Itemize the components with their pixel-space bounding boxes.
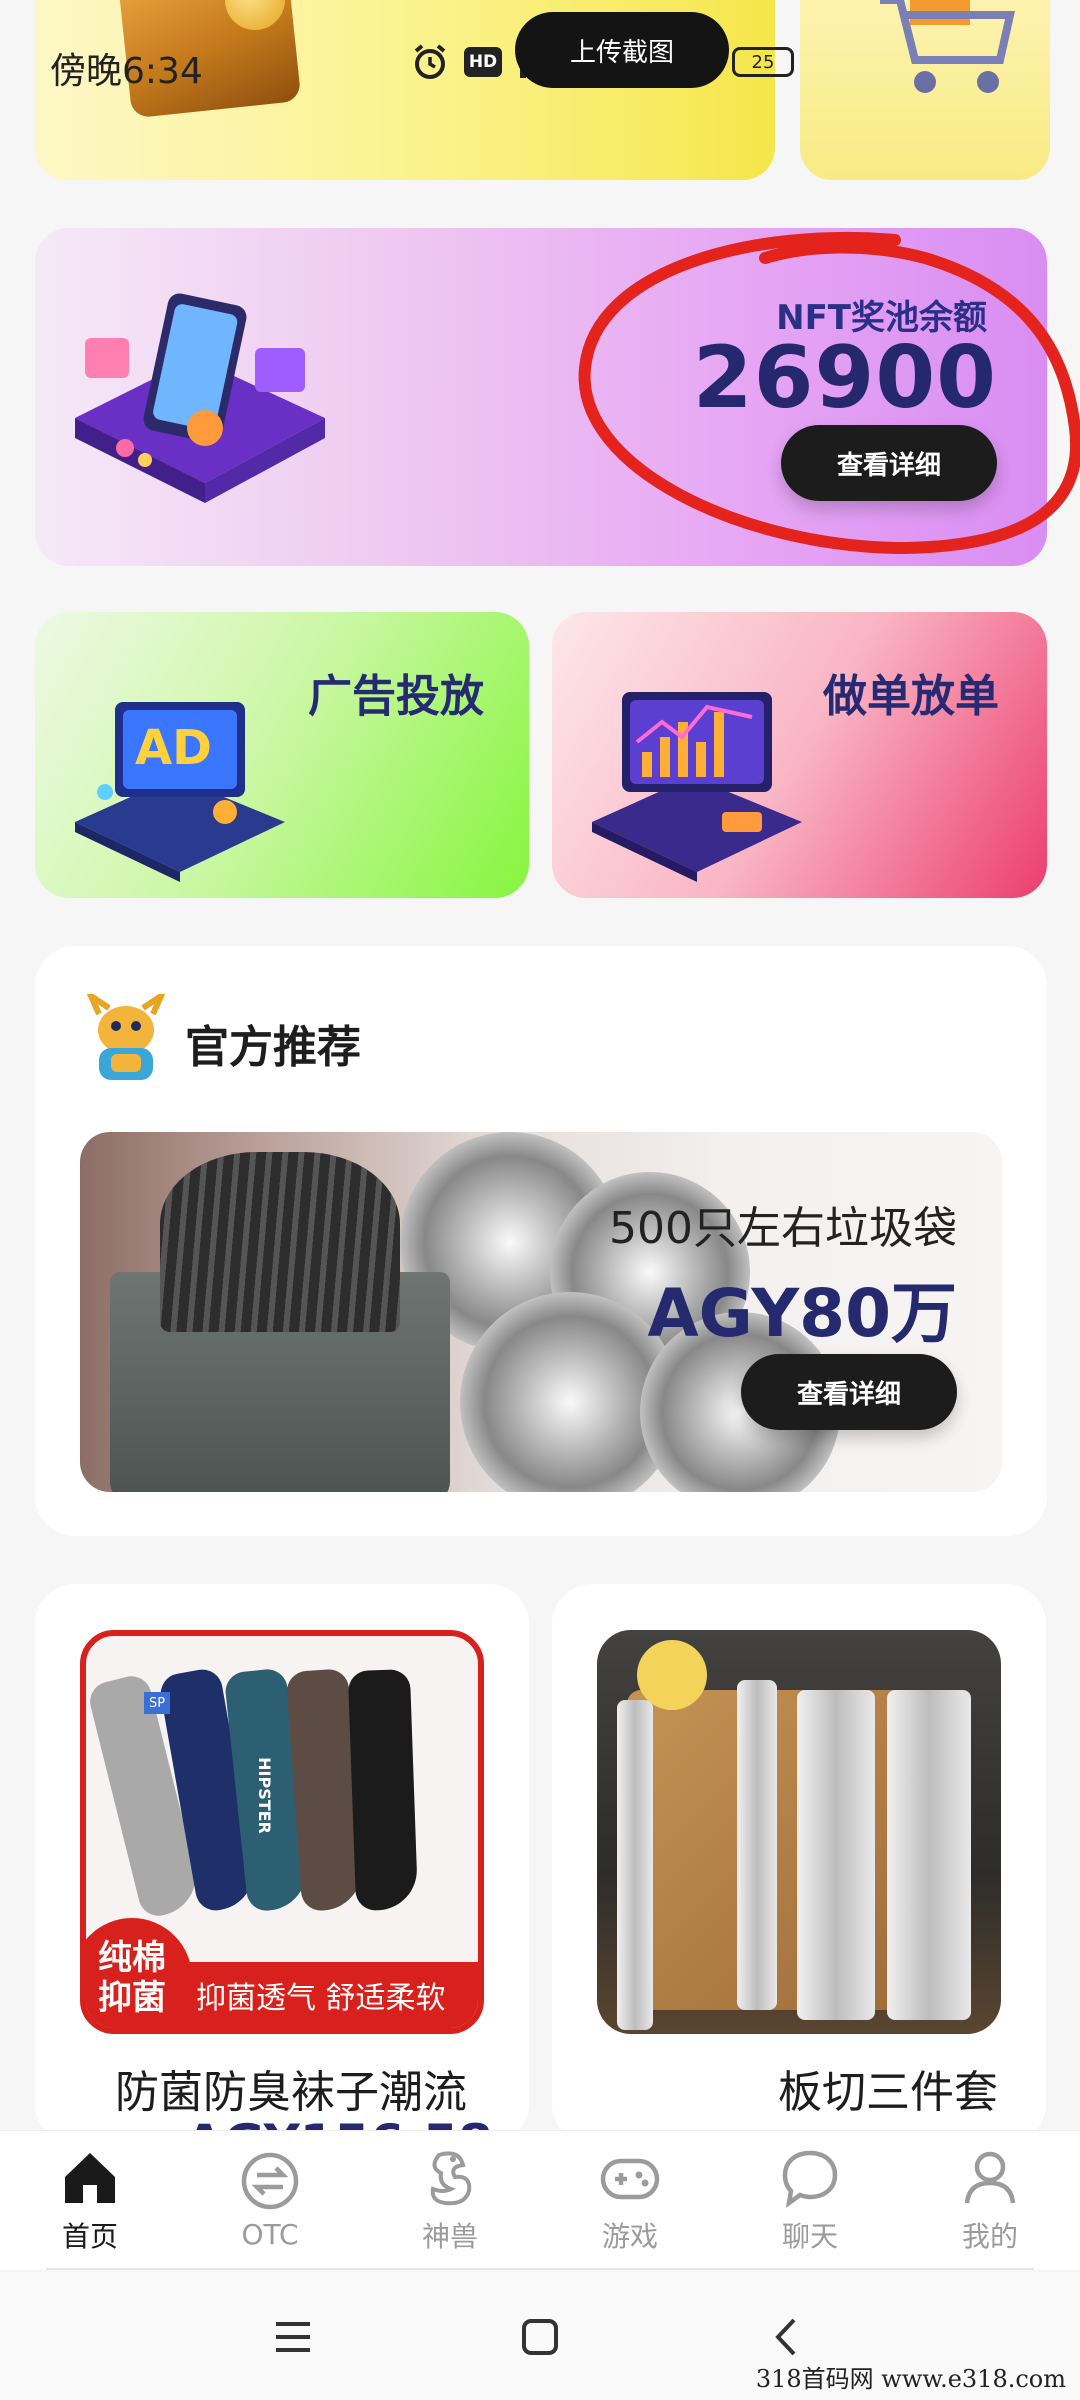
garbage-bag-promo-banner[interactable]: 500只左右垃圾袋 AGY80万 查看详细 (80, 1132, 1002, 1492)
hd-badge: HD (464, 47, 502, 77)
task-order-title: 做单放单 (823, 671, 999, 722)
ad-placement-title: 广告投放 (308, 671, 484, 722)
ladle-image (617, 1700, 653, 2030)
nav-item-games[interactable]: 游戏 (540, 2131, 720, 2270)
product-name: 防菌防臭袜子潮流 (115, 2067, 467, 2118)
trading-desk-illustration (592, 692, 802, 882)
alarm-icon (414, 44, 446, 79)
promo-product-name: 500只左右垃圾袋 (609, 1203, 957, 1254)
sock-brand-text: HIPSTER (254, 1757, 274, 1834)
nav-label: 我的 (961, 2219, 1018, 2253)
shopping-cart-image (880, 0, 1015, 93)
nft-pool-banner[interactable]: NFT奖池余额 26900 查看详细 (35, 228, 1047, 566)
socks-tagline: 抑菌透气 舒适柔软 (196, 1981, 446, 2016)
nav-label: 神兽 (421, 2219, 478, 2253)
garbage-bag-image (160, 1152, 400, 1332)
nft-pool-amount: 26900 (692, 328, 997, 428)
system-navigation-bar: 318首码网 www.e318.com (0, 2272, 1080, 2400)
nav-label: 游戏 (601, 2219, 658, 2253)
upload-screenshot-button[interactable]: 上传截图 (515, 12, 729, 88)
dragon-icon (430, 2150, 472, 2205)
cotton-antibacterial-badge: 纯棉 抑菌 (86, 1918, 192, 2028)
ad-placement-card[interactable]: AD 广告投放 (35, 612, 529, 898)
sock-image (347, 1668, 419, 1912)
dragon-mascot-icon (86, 994, 166, 1080)
nav-item-otc[interactable]: OTC (180, 2131, 360, 2270)
promo-product-price: AGY80万 (647, 1275, 957, 1352)
chat-bubble-icon (782, 2150, 838, 2208)
nft-phone-illustration (75, 293, 325, 503)
cleaver-image (797, 1690, 875, 2020)
bottom-navigation: 首页 OTC 神兽 游戏 聊天 我的 (0, 2130, 1080, 2270)
knife-set-product-image (597, 1630, 1001, 2034)
nav-item-chat[interactable]: 聊天 (720, 2131, 900, 2270)
nav-item-beast[interactable]: 神兽 (360, 2131, 540, 2270)
watermark-text: 318首码网 www.e318.com (755, 2365, 1066, 2393)
nft-view-details-button[interactable]: 查看详细 (781, 425, 997, 501)
sock-tag: SP (144, 1692, 170, 1714)
battery-icon: 25 (732, 47, 794, 77)
nav-label: 首页 (61, 2219, 118, 2253)
nav-label: 聊天 (781, 2219, 838, 2253)
nav-item-profile[interactable]: 我的 (900, 2131, 1080, 2270)
svg-text:AD: AD (135, 720, 212, 776)
profile-icon (964, 2151, 1016, 2203)
nav-label: OTC (241, 2218, 299, 2251)
gamepad-icon (600, 2158, 660, 2199)
cleaver-image (887, 1690, 971, 2020)
product-card-knife-set[interactable]: 板切三件套 AGY150.5万 (552, 1584, 1046, 2144)
menu-icon[interactable] (268, 2312, 318, 2362)
status-time: 傍晚6:34 (50, 51, 203, 92)
socks-product-image: HIPSTER SP 抑菌透气 舒适柔软 纯棉 抑菌 (80, 1630, 484, 2034)
promo-view-details-button[interactable]: 查看详细 (741, 1354, 957, 1430)
official-recommendation-panel: 官方推荐 500只左右垃圾袋 AGY80万 查看详细 (35, 946, 1047, 1536)
product-name: 板切三件套 (778, 2067, 998, 2118)
product-card-socks[interactable]: HIPSTER SP 抑菌透气 舒适柔软 纯棉 抑菌 防菌防臭袜子潮流 AGY1… (35, 1584, 529, 2144)
back-icon[interactable] (762, 2312, 812, 2362)
promo-tile-cart[interactable] (800, 0, 1050, 180)
ad-screen-illustration: AD (75, 702, 285, 882)
task-order-card[interactable]: 做单放单 (552, 612, 1047, 898)
home-square-icon[interactable] (515, 2312, 565, 2362)
exchange-icon (241, 2152, 299, 2210)
home-icon (65, 2152, 115, 2203)
chef-knife-image (737, 1680, 777, 2010)
official-recommendation-heading: 官方推荐 (185, 1022, 361, 1073)
nav-divider (46, 2268, 1034, 2270)
badge-line-2: 抑菌 (98, 1978, 166, 2018)
badge-line-1: 纯棉 (98, 1938, 166, 1978)
nav-item-home[interactable]: 首页 (0, 2131, 180, 2270)
